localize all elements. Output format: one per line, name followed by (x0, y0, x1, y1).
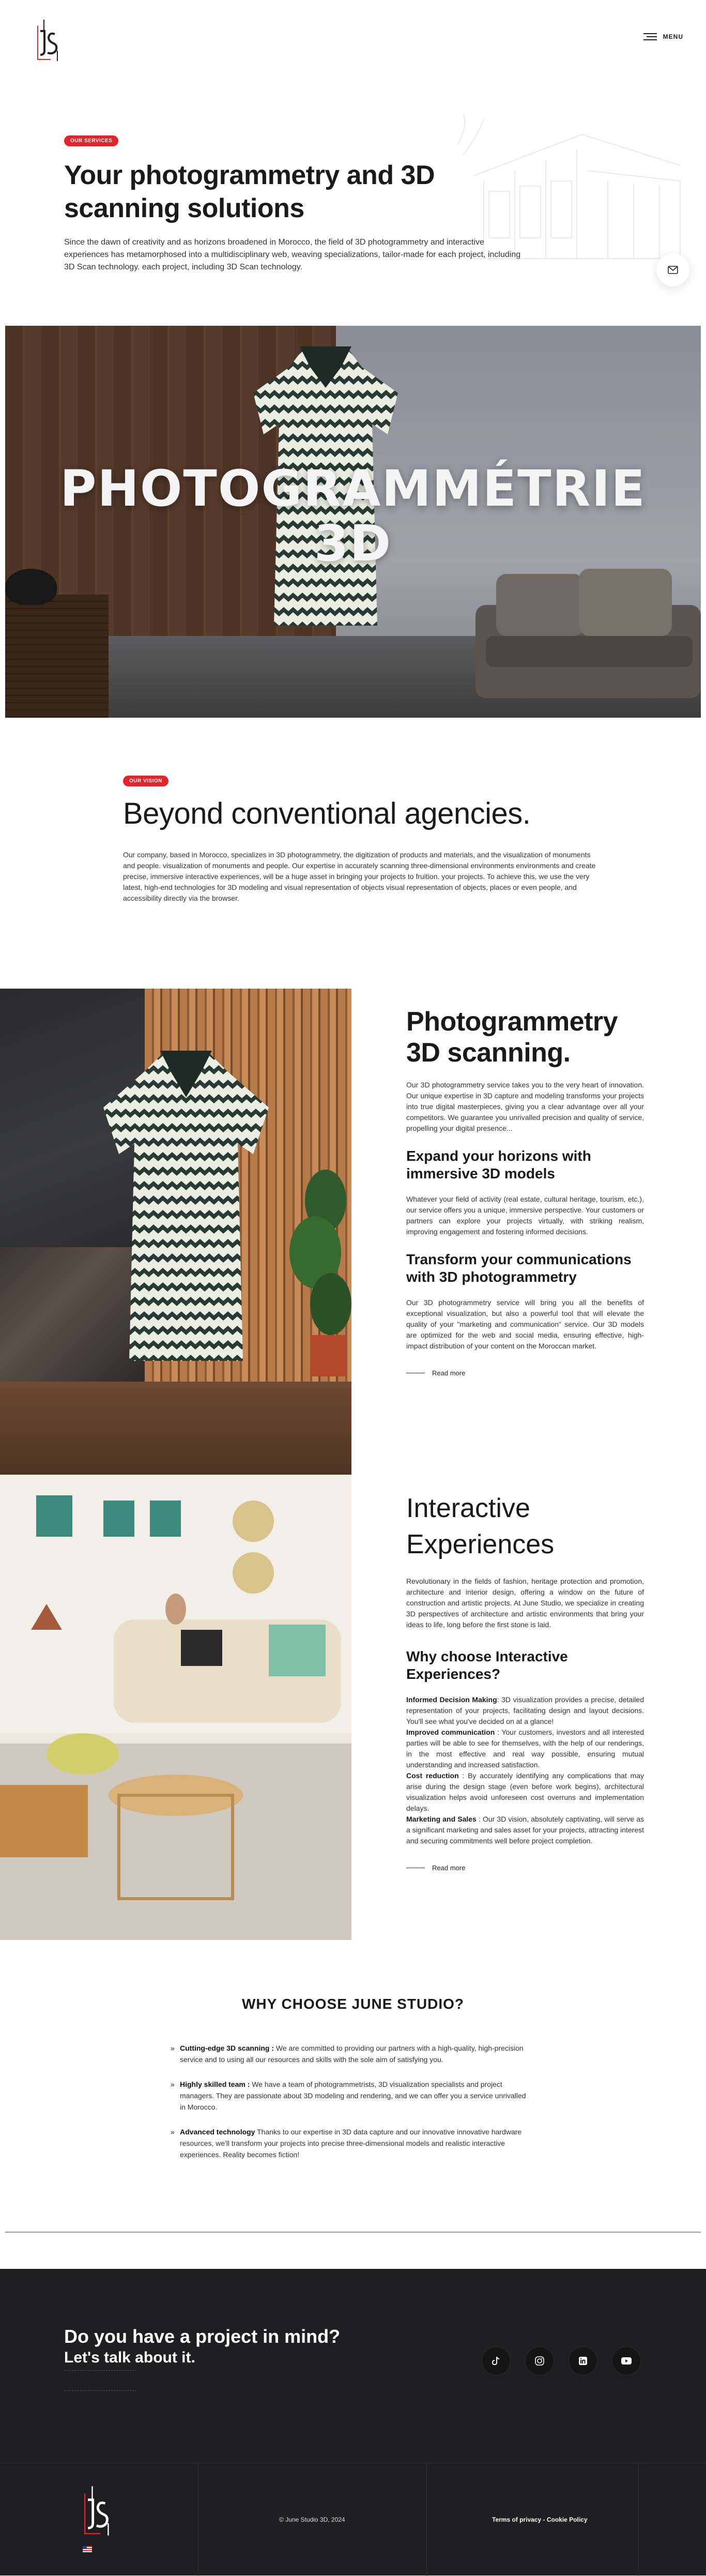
menu-label: MENU (663, 33, 683, 40)
footer-links: Terms of privacy - Cookie Policy (492, 2516, 588, 2523)
tiktok-icon (492, 2356, 500, 2366)
photogrammetry-read-more[interactable]: Read more (406, 1369, 644, 1377)
vision-section: OUR VISION Beyond conventional agencies.… (123, 776, 598, 904)
menu-button[interactable]: MENU (643, 33, 683, 40)
linkedin-icon (579, 2357, 587, 2365)
footer-logo[interactable] (83, 2485, 112, 2537)
transform-heading: Transform your communications with 3D ph… (406, 1251, 632, 1285)
living-room-illustration (0, 1475, 351, 1940)
mail-icon (668, 266, 678, 274)
tiktok-link[interactable] (482, 2346, 511, 2375)
contact-mail-button[interactable] (656, 253, 689, 286)
hero-banner: PHOTOGRAMMÉTRIE 3D (5, 326, 701, 718)
why-item: Highly skilled team : We have a team of … (171, 2079, 532, 2113)
interactive-experience-image (0, 1475, 351, 1940)
services-paragraph: Since the dawn of creativity and as hori… (64, 238, 521, 271)
footer-separator: - (541, 2516, 547, 2523)
hero-title: PHOTOGRAMMÉTRIE 3D (5, 461, 701, 571)
interactive-section: Interactive Experiences Revolutionary in… (406, 1490, 644, 1872)
why-list: Cutting-edge 3D scanning : We are commit… (171, 2042, 532, 2174)
terms-link[interactable]: Terms of privacy (492, 2516, 541, 2523)
why-item: Advanced technology Thanks to our expert… (171, 2126, 532, 2160)
youtube-link[interactable] (612, 2346, 641, 2375)
instagram-link[interactable] (525, 2346, 554, 2375)
section-divider (5, 2232, 701, 2233)
photogrammetry-title: Photogrammetry 3D scanning. (406, 1007, 618, 1068)
footer-links-column: Terms of privacy - Cookie Policy (427, 2463, 639, 2576)
footer-copyright-column: © June Studio 3D, 2024 (198, 2463, 427, 2576)
interactive-read-more[interactable]: Read more (406, 1864, 644, 1872)
youtube-icon (621, 2357, 632, 2365)
cta-title: Do you have a project in mind? (64, 2326, 341, 2347)
hero-title-line1: PHOTOGRAMMÉTRIE (60, 460, 646, 518)
interactive-intro: Revolutionary in the fields of fashion, … (406, 1577, 644, 1629)
hero-title-line2: 3D (314, 514, 392, 572)
dress-model (103, 1051, 269, 1361)
photogrammetry-image (0, 989, 351, 1475)
plant-illustration (289, 1170, 351, 1376)
vision-badge: OUR VISION (123, 776, 168, 786)
expand-paragraph: Whatever your field of activity (real es… (406, 1195, 644, 1236)
footer-copyright: © June Studio 3D, 2024 (279, 2516, 345, 2523)
hero-vase (5, 569, 57, 605)
services-badge: OUR SERVICES (64, 135, 119, 146)
photogrammetry-intro: Our 3D photogrammetry service takes you … (406, 1081, 644, 1132)
site-logo[interactable] (36, 19, 60, 62)
read-more-label: Read more (432, 1369, 466, 1377)
site-header: MENU (0, 0, 706, 83)
why-interactive-heading: Why choose Interactive Experiences? (406, 1648, 568, 1682)
cookie-policy-link[interactable]: Cookie Policy (547, 2516, 588, 2523)
us-flag-icon[interactable] (83, 2546, 92, 2552)
photogrammetry-section: Photogrammetry 3D scanning. Our 3D photo… (406, 1006, 644, 1377)
contact-cta: Do you have a project in mind? Let's tal… (0, 2269, 706, 2576)
site-footer: © June Studio 3D, 2024 Terms of privacy … (0, 2463, 706, 2576)
transform-paragraph: Our 3D photogrammetry service will bring… (406, 1298, 644, 1350)
why-title: WHY CHOOSE JUNE STUDIO? (241, 1996, 465, 2012)
point-cost: Cost reduction : By accurately identifyi… (406, 1771, 644, 1812)
interactive-points: Informed Decision Making: 3D visualizati… (406, 1694, 644, 1846)
interactive-title: Interactive Experiences (406, 1493, 555, 1559)
cta-grid-decoration (64, 2370, 136, 2391)
point-decision: Informed Decision Making: 3D visualizati… (406, 1695, 644, 1725)
services-intro: OUR SERVICES Your photogrammetry and 3D … (64, 135, 529, 274)
read-more-label: Read more (432, 1864, 466, 1872)
social-links (482, 2346, 641, 2375)
why-choose-section: WHY CHOOSE JUNE STUDIO? Cutting-edge 3D … (0, 1996, 706, 2159)
wood-cabinet (0, 1382, 351, 1475)
why-item: Cutting-edge 3D scanning : We are commit… (171, 2042, 532, 2065)
point-communication: Improved communication : Your customers,… (406, 1728, 644, 1769)
expand-heading: Expand your horizons with immersive 3D m… (406, 1148, 591, 1181)
instagram-icon (535, 2356, 544, 2366)
hero-shelf (5, 595, 109, 718)
vision-title: Beyond conventional agencies. (123, 797, 531, 830)
point-marketing: Marketing and Sales : Our 3D vision, abs… (406, 1815, 644, 1845)
footer-logo-column (0, 2463, 198, 2576)
vision-paragraph: Our company, based in Morocco, specializ… (123, 851, 596, 902)
services-title: Your photogrammetry and 3D scanning solu… (64, 160, 435, 223)
cta-subtitle: Let's talk about it. (64, 2349, 195, 2366)
hamburger-icon (643, 33, 657, 40)
linkedin-link[interactable] (569, 2346, 597, 2375)
